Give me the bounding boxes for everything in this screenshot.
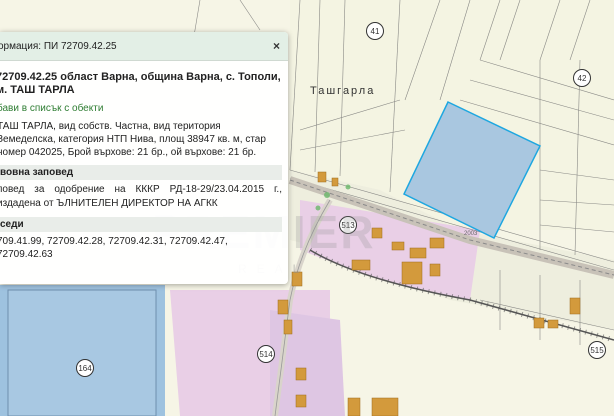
road-label-164: 164: [76, 359, 94, 377]
road-label-42: 42: [573, 69, 591, 87]
order-text: повед за одобрение на КККР РД-18-29/23.0…: [0, 184, 282, 209]
order-heading: вовна заповед: [0, 165, 282, 180]
road-label-514: 514: [257, 345, 275, 363]
popup-header: ормация: ПИ 72709.42.25 ×: [0, 32, 288, 61]
neighbours-heading: седи: [0, 217, 282, 232]
road-label-41: 41: [366, 22, 384, 40]
area-label: 2003: [464, 231, 478, 237]
parcel-title: 72709.42.25 област Варна, община Варна, …: [0, 71, 281, 96]
parcel-info-popup: ормация: ПИ 72709.42.25 × 72709.42.25 об…: [0, 32, 288, 284]
road-label-515: 515: [588, 341, 606, 359]
neighbours-list: 709.41.99, 72709.42.28, 72709.42.31, 727…: [0, 236, 228, 260]
close-icon[interactable]: ×: [273, 39, 280, 53]
parcel-description: ТАШ ТАРЛА, вид собств. Частна, вид терит…: [0, 121, 266, 158]
water-area-inner: [7, 289, 157, 416]
add-to-list-link[interactable]: бави в списък с обекти: [0, 103, 282, 114]
popup-header-title: ормация: ПИ 72709.42.25: [0, 40, 117, 52]
place-name-label: Ташгарла: [310, 85, 376, 97]
